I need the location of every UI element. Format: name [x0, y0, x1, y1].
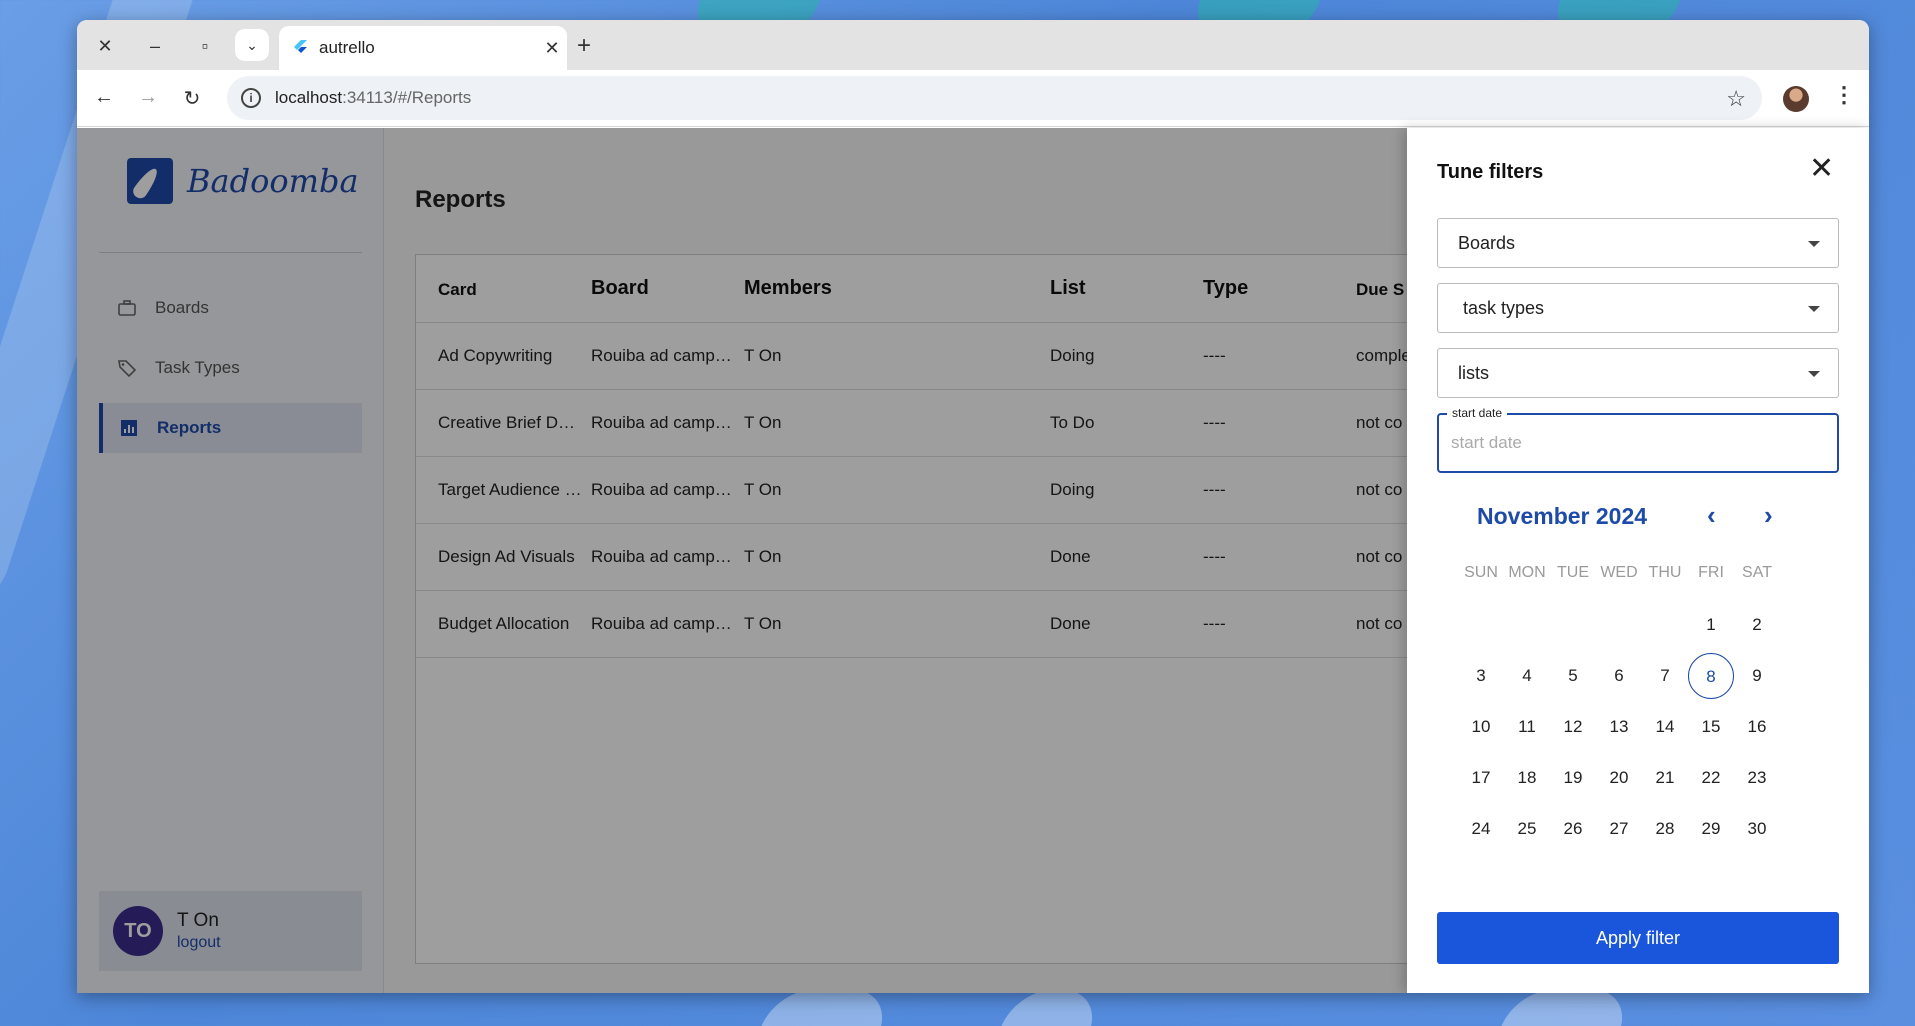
start-date-input[interactable] — [1451, 433, 1821, 453]
lists-select[interactable]: lists — [1437, 348, 1839, 398]
tab-strip: ✕ – ▫ ⌄ autrello ✕ + — [77, 20, 1869, 70]
calendar-day[interactable]: 19 — [1550, 755, 1596, 801]
forward-icon[interactable]: → — [135, 86, 161, 109]
weekday-label: MON — [1508, 564, 1546, 581]
calendar-day[interactable]: 6 — [1596, 653, 1642, 699]
bookmark-star-icon[interactable]: ☆ — [1726, 86, 1746, 112]
window-maximize-icon[interactable]: ▫ — [192, 33, 218, 59]
calendar-day[interactable]: 18 — [1504, 755, 1550, 801]
lists-select-value: lists — [1458, 362, 1489, 383]
boards-select-value: Boards — [1458, 232, 1516, 253]
dropdown-arrow-icon — [1808, 371, 1820, 377]
close-icon[interactable]: ✕ — [1809, 154, 1834, 184]
tab-title: autrello — [319, 38, 375, 57]
app-area: Badoomba Boards Task Types Reports TO T … — [77, 128, 1869, 993]
calendar-day[interactable]: 4 — [1504, 653, 1550, 699]
calendar-day[interactable]: 15 — [1688, 704, 1734, 750]
task-types-select-value: task types — [1463, 297, 1545, 318]
browser-menu-icon[interactable]: ⋮ — [1833, 82, 1855, 108]
calendar-day[interactable]: 11 — [1504, 704, 1550, 750]
calendar-day[interactable]: 29 — [1688, 806, 1734, 852]
drawer-title: Tune filters — [1437, 161, 1544, 183]
calendar-day[interactable]: 28 — [1642, 806, 1688, 852]
calendar-day[interactable]: 26 — [1550, 806, 1596, 852]
calendar-day[interactable]: 3 — [1458, 653, 1504, 699]
calendar-day[interactable]: 14 — [1642, 704, 1688, 750]
calendar-day[interactable]: 9 — [1734, 653, 1780, 699]
weekday-label: TUE — [1557, 564, 1589, 581]
calendar-day[interactable]: 17 — [1458, 755, 1504, 801]
url-host: localhost — [275, 88, 343, 107]
calendar-day[interactable]: 23 — [1734, 755, 1780, 801]
dropdown-arrow-icon — [1808, 306, 1820, 312]
calendar-day[interactable]: 1 — [1688, 602, 1734, 648]
weekday-label: WED — [1600, 564, 1638, 581]
weekday-label: SUN — [1464, 564, 1498, 581]
new-tab-icon[interactable]: + — [577, 32, 591, 60]
browser-toolbar: ← → ↻ i localhost :34113/#/Reports ☆ ⋮ — [77, 70, 1869, 127]
reload-icon[interactable]: ↻ — [179, 86, 205, 111]
calendar-day[interactable]: 27 — [1596, 806, 1642, 852]
boards-select[interactable]: Boards — [1437, 218, 1839, 268]
calendar-day[interactable]: 22 — [1688, 755, 1734, 801]
filter-drawer: Tune filters ✕ Boards task types lists s… — [1407, 128, 1869, 993]
calendar-day[interactable]: 13 — [1596, 704, 1642, 750]
start-date-field[interactable]: start date — [1437, 406, 1839, 473]
window-close-icon[interactable]: ✕ — [92, 33, 118, 59]
back-icon[interactable]: ← — [91, 86, 117, 109]
calendar-day[interactable]: 10 — [1458, 704, 1504, 750]
apply-filter-button[interactable]: Apply filter — [1437, 912, 1839, 964]
calendar-day[interactable]: 25 — [1504, 806, 1550, 852]
calendar-day[interactable]: 21 — [1642, 755, 1688, 801]
tab-close-icon[interactable]: ✕ — [537, 38, 567, 59]
tab-list-dropdown-icon[interactable]: ⌄ — [235, 29, 269, 61]
calendar-day[interactable]: 30 — [1734, 806, 1780, 852]
calendar-day[interactable]: 20 — [1596, 755, 1642, 801]
calendar-day[interactable]: 7 — [1642, 653, 1688, 699]
address-bar[interactable]: i localhost :34113/#/Reports ☆ — [227, 76, 1762, 120]
calendar-day[interactable]: 12 — [1550, 704, 1596, 750]
start-date-label: start date — [1447, 406, 1508, 420]
chevron-right-icon[interactable]: › — [1764, 500, 1773, 531]
calendar-day[interactable]: 5 — [1550, 653, 1596, 699]
flutter-icon — [294, 40, 307, 53]
chevron-left-icon[interactable]: ‹ — [1707, 500, 1716, 531]
url-path: :34113/#/Reports — [342, 88, 472, 107]
task-types-select[interactable]: task types — [1437, 283, 1839, 333]
site-info-icon[interactable]: i — [241, 88, 261, 108]
browser-tab[interactable]: autrello ✕ — [279, 26, 567, 70]
weekday-label: FRI — [1698, 564, 1724, 581]
calendar-month-title[interactable]: November 2024 — [1477, 503, 1647, 530]
calendar-day[interactable]: 16 — [1734, 704, 1780, 750]
calendar-day-today[interactable]: 8 — [1688, 653, 1734, 699]
browser-window: ✕ – ▫ ⌄ autrello ✕ + ← → ↻ i localhost :… — [77, 20, 1869, 993]
dropdown-arrow-icon — [1808, 241, 1820, 247]
weekday-label: THU — [1648, 564, 1682, 581]
calendar-day[interactable]: 2 — [1734, 602, 1780, 648]
calendar-day[interactable]: 24 — [1458, 806, 1504, 852]
profile-avatar[interactable] — [1783, 86, 1809, 112]
weekday-label: SAT — [1742, 564, 1772, 581]
window-minimize-icon[interactable]: – — [142, 33, 168, 59]
